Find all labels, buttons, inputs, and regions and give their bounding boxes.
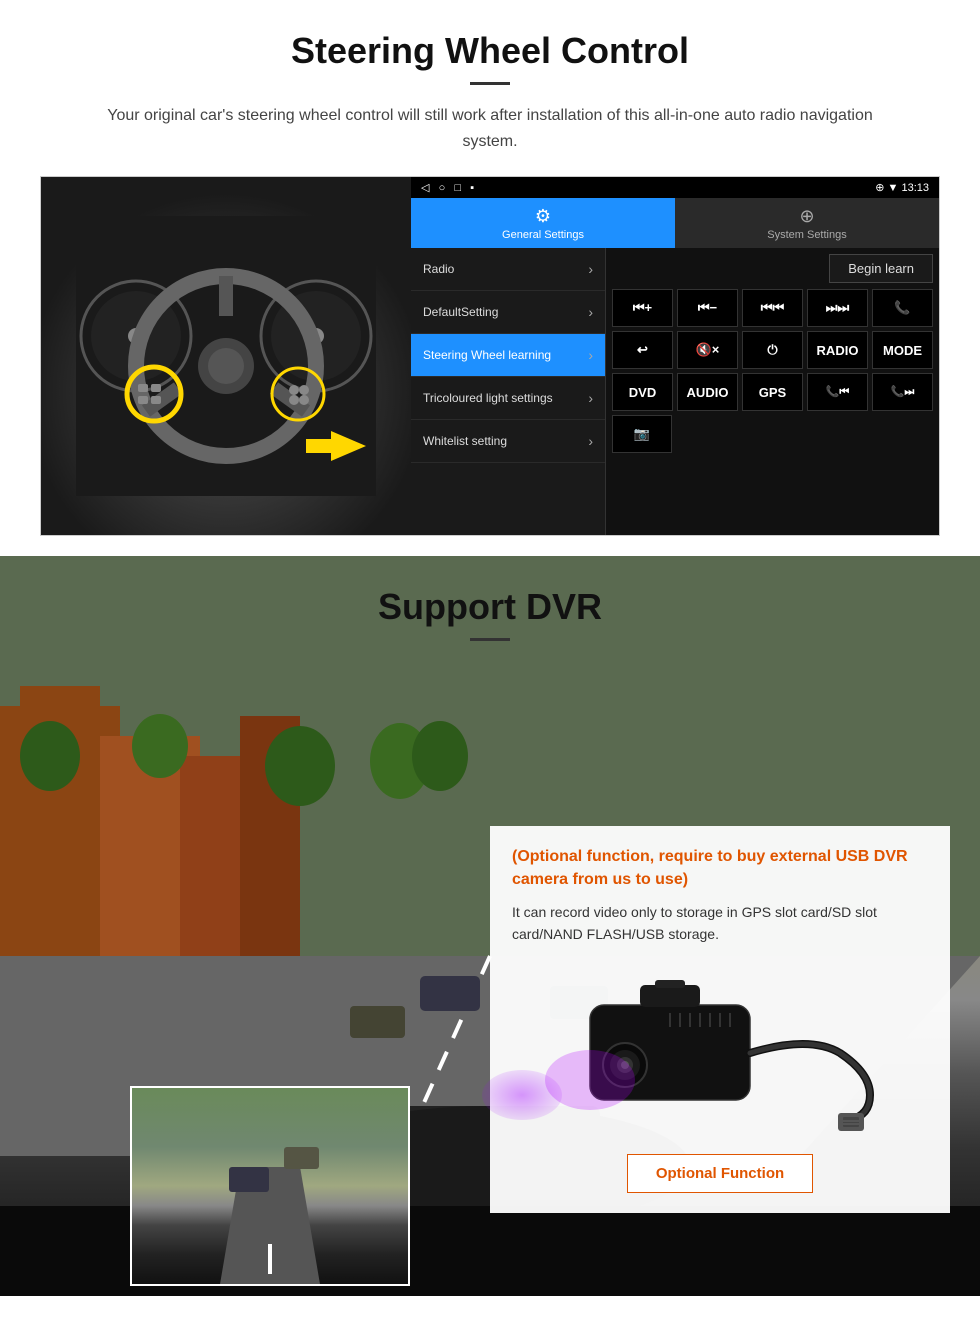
menu-item-default[interactable]: DefaultSetting › — [411, 291, 605, 334]
android-panel: ◁ ○ □ ▪ ⊕ ▼ 13:13 ⚙ General Settings ⊕ S… — [411, 177, 939, 535]
optional-btn-container: Optional Function — [512, 1154, 928, 1193]
road-preview-thumbnail — [130, 1086, 410, 1286]
tab-system-settings[interactable]: ⊕ System Settings — [675, 198, 939, 248]
menu-list: Radio › DefaultSetting › Steering Wheel … — [411, 248, 606, 535]
gear-icon: ⚙ — [535, 206, 551, 227]
menu-item-whitelist[interactable]: Whitelist setting › — [411, 420, 605, 463]
ctrl-radio[interactable]: RADIO — [807, 331, 868, 369]
menu-tricoloured-label: Tricoloured light settings — [423, 391, 553, 405]
chevron-icon-whitelist: › — [588, 433, 593, 449]
chevron-icon-default: › — [588, 304, 593, 320]
steering-section: Steering Wheel Control Your original car… — [0, 0, 980, 556]
control-grid-row2: ↩ 🔇× ⏻ RADIO MODE — [612, 331, 933, 369]
car-image — [41, 177, 411, 535]
menu-steering-label: Steering Wheel learning — [423, 348, 551, 362]
menu-item-steering[interactable]: Steering Wheel learning › — [411, 334, 605, 377]
steering-title: Steering Wheel Control — [40, 30, 940, 72]
control-panel: Begin learn ⏮+ ⏮− ⏮⏮ ⏭⏭ 📞 ↩ 🔇× ⏻ — [606, 248, 939, 535]
control-grid-row1: ⏮+ ⏮− ⏮⏮ ⏭⏭ 📞 — [612, 289, 933, 327]
menu-default-label: DefaultSetting — [423, 305, 498, 319]
steering-wheel-bg — [41, 177, 411, 535]
menu-radio-label: Radio — [423, 262, 454, 276]
steering-subtitle: Your original car's steering wheel contr… — [80, 103, 900, 154]
dvr-title: Support DVR — [40, 586, 940, 628]
ctrl-hangup[interactable]: ↩ — [612, 331, 673, 369]
ctrl-dvd[interactable]: DVD — [612, 373, 673, 411]
status-nav-icons: ◁ ○ □ ▪ — [421, 181, 474, 194]
preview-car1 — [229, 1167, 269, 1192]
chevron-icon-radio: › — [588, 261, 593, 277]
chevron-icon-steering: › — [588, 347, 593, 363]
road-center-line — [268, 1244, 272, 1274]
menu-whitelist-label: Whitelist setting — [423, 434, 507, 448]
begin-learn-button[interactable]: Begin learn — [829, 254, 933, 283]
optional-function-button[interactable]: Optional Function — [627, 1154, 813, 1193]
system-icon: ⊕ — [799, 206, 814, 227]
ctrl-gps[interactable]: GPS — [742, 373, 803, 411]
android-tabs[interactable]: ⚙ General Settings ⊕ System Settings — [411, 198, 939, 248]
begin-learn-row: Begin learn — [612, 254, 933, 283]
chevron-icon-tricoloured: › — [588, 390, 593, 406]
control-grid-row4: 📷 — [612, 415, 933, 453]
ctrl-power[interactable]: ⏻ — [742, 331, 803, 369]
ctrl-mute[interactable]: 🔇× — [677, 331, 738, 369]
demo-container: ◁ ○ □ ▪ ⊕ ▼ 13:13 ⚙ General Settings ⊕ S… — [40, 176, 940, 536]
ctrl-vol-down[interactable]: ⏮− — [677, 289, 738, 327]
ctrl-vol-up[interactable]: ⏮+ — [612, 289, 673, 327]
dvr-optional-notice: (Optional function, require to buy exter… — [512, 846, 928, 891]
ctrl-next[interactable]: ⏭⏭ — [807, 289, 868, 327]
dvr-info-card: (Optional function, require to buy exter… — [490, 826, 950, 1213]
ctrl-audio[interactable]: AUDIO — [677, 373, 738, 411]
menu-item-tricoloured[interactable]: Tricoloured light settings › — [411, 377, 605, 420]
ctrl-mode[interactable]: MODE — [872, 331, 933, 369]
status-right-icons: ⊕ ▼ 13:13 — [875, 181, 929, 194]
steering-wheel-svg — [76, 216, 376, 496]
tab-general-settings[interactable]: ⚙ General Settings — [411, 198, 675, 248]
preview-car2 — [284, 1147, 319, 1169]
camera-glow — [482, 1070, 562, 1120]
control-grid-row3: DVD AUDIO GPS 📞⏮ 📞⏭ — [612, 373, 933, 411]
menu-item-radio[interactable]: Radio › — [411, 248, 605, 291]
dvr-divider — [470, 638, 510, 641]
dvr-title-area: Support DVR — [0, 556, 980, 679]
tab-general-label: General Settings — [502, 229, 584, 241]
ctrl-prev[interactable]: ⏮⏮ — [742, 289, 803, 327]
android-status-bar: ◁ ○ □ ▪ ⊕ ▼ 13:13 — [411, 177, 939, 198]
ctrl-call[interactable]: 📞 — [872, 289, 933, 327]
dvr-section: Support DVR (Optional function, require … — [0, 556, 980, 1296]
dvr-camera-image — [512, 960, 928, 1140]
tab-system-label: System Settings — [767, 229, 846, 241]
ctrl-call-next[interactable]: 📞⏭ — [872, 373, 933, 411]
ctrl-camera[interactable]: 📷 — [612, 415, 672, 453]
title-divider — [470, 82, 510, 85]
ctrl-call-prev[interactable]: 📞⏮ — [807, 373, 868, 411]
android-content: Radio › DefaultSetting › Steering Wheel … — [411, 248, 939, 535]
camera-svg — [530, 965, 910, 1135]
dvr-description: It can record video only to storage in G… — [512, 901, 928, 946]
